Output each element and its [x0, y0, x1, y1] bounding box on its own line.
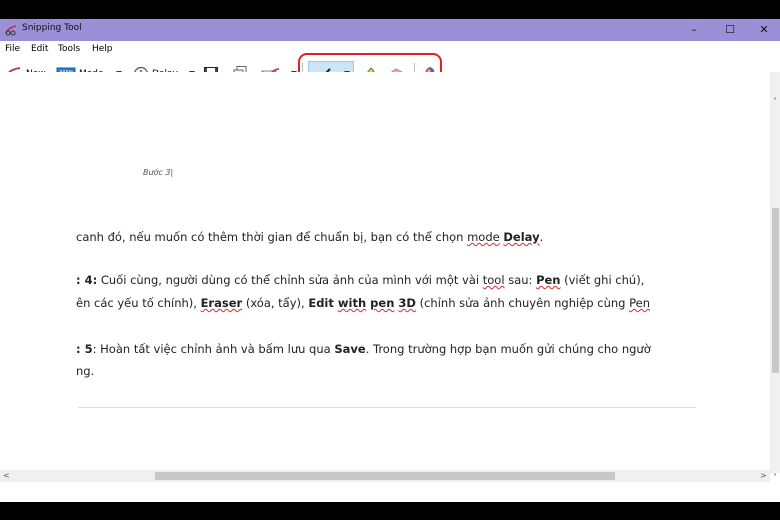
paragraph-delay: canh đó, nếu muốn có thêm thời gian để c…	[76, 230, 543, 244]
text-run: .	[539, 230, 544, 244]
minimize-button[interactable]: –	[676, 19, 712, 41]
paragraph-step4-line2: ên các yếu tố chính), Eraser (xóa, tẩy),…	[76, 296, 650, 310]
window-title: Snipping Tool	[22, 23, 82, 33]
snipping-tool-app-icon	[5, 25, 17, 36]
text-run: mode	[467, 230, 500, 244]
text-run: Cuối cùng, người dùng có thể chỉnh sửa ả…	[97, 273, 483, 287]
scroll-right-arrow-icon[interactable]: >	[760, 471, 767, 480]
text-run-bold: : 5	[76, 342, 93, 356]
screen-top-bar	[0, 0, 780, 19]
vertical-scroll-thumb[interactable]	[772, 208, 779, 373]
text-run: (chỉnh sửa ảnh chuyên nghiệp cùng	[415, 296, 630, 310]
text-run: (viết ghi chú),	[560, 273, 645, 287]
close-button[interactable]: ✕	[746, 19, 780, 41]
text-run: sau:	[504, 273, 537, 287]
text-run-bold: Eraser	[200, 296, 243, 310]
image-caption: Bước 3|	[143, 168, 174, 177]
paragraph-step4-line1: : 4: Cuối cùng, người dùng có thể chỉnh …	[76, 273, 644, 287]
scroll-up-arrow-icon[interactable]: ˄	[773, 97, 777, 106]
text-run-bold: Save	[334, 342, 366, 356]
text-run: ên các yếu tố chính),	[76, 296, 201, 310]
text-run: canh đó, nếu muốn có thêm thời gian để c…	[76, 230, 468, 244]
title-bar: Snipping Tool – ☐ ✕	[0, 19, 780, 41]
menu-help[interactable]: Help	[92, 44, 113, 54]
scroll-down-arrow-icon[interactable]: ˅	[773, 473, 777, 482]
text-run-bold: pen	[370, 296, 395, 310]
text-run: (xóa, tẩy),	[242, 296, 309, 310]
scroll-left-arrow-icon[interactable]: <	[3, 471, 10, 480]
menu-tools[interactable]: Tools	[58, 44, 80, 54]
text-run-bold: with	[337, 296, 367, 310]
menu-file[interactable]: File	[5, 44, 20, 54]
paragraph-step5-line2: ng.	[76, 364, 95, 378]
text-run-bold: 3D	[398, 296, 416, 310]
menu-edit[interactable]: Edit	[31, 44, 48, 54]
text-run: . Trong trường hợp bạn muốn gửi chúng ch…	[365, 342, 651, 356]
text-run-bold: Edit	[308, 296, 334, 310]
maximize-button[interactable]: ☐	[712, 19, 748, 41]
paragraph-step5-line1: : 5: Hoàn tất việc chỉnh ảnh và bấm lưu …	[76, 342, 651, 356]
text-run-bold: Pen	[536, 273, 561, 287]
snip-canvas: Bước 3| canh đó, nếu muốn có thêm thời g…	[0, 72, 770, 470]
horizontal-scroll-thumb[interactable]	[155, 472, 615, 480]
text-run-bold: : 4:	[76, 273, 98, 287]
text-run: tool	[482, 273, 505, 287]
text-run: : Hoàn tất việc chỉnh ảnh và bấm lưu qua	[92, 342, 335, 356]
text-run: Pen	[629, 296, 650, 310]
document-divider	[78, 407, 696, 408]
text-run-bold: Delay	[503, 230, 540, 244]
